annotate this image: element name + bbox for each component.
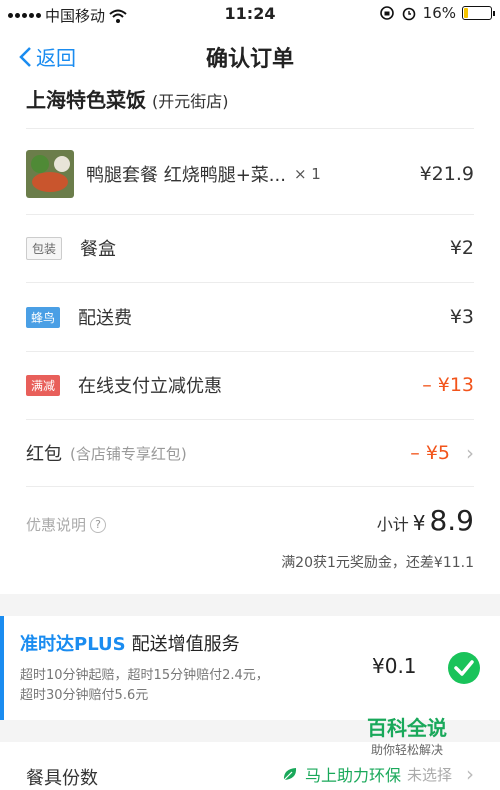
item-name: 鸭腿套餐 红烧鸭腿+菜... [86, 165, 286, 186]
item-price: ¥21.9 [419, 163, 474, 185]
divider [26, 128, 474, 129]
plus-brand: 准时达PLUS [20, 634, 126, 655]
red-packet-row[interactable]: 红包 (含店铺专享红包) – ¥5 › [26, 419, 474, 487]
reward-note: 满20获1元奖励金，还差¥11.1 [281, 555, 474, 571]
tableware-label: 餐具份数 [26, 768, 98, 789]
food-thumbnail [26, 150, 74, 198]
plus-description: 超时10分钟起赔，超时15分钟赔付2.4元，超时30分钟赔付5.6元 [20, 668, 269, 703]
system-icons: 16% [379, 4, 495, 22]
chevron-right-icon: › [466, 762, 474, 786]
plus-title: 准时达PLUS 配送增值服务 [20, 630, 240, 656]
tableware-status: 未选择 [406, 765, 452, 784]
status-bar: 中国移动 11:24 16% [0, 0, 500, 28]
plus-service-name: 配送增值服务 [131, 634, 240, 655]
subtotal-label: 小计 [376, 515, 409, 534]
shop-branch: (开元街店) [152, 92, 229, 111]
order-item-row: 鸭腿套餐 红烧鸭腿+菜... × 1 ¥21.9 [26, 140, 474, 208]
alarm-icon [402, 7, 415, 21]
fee-row-discount: 满减 在线支付立减优惠 – ¥13 [26, 351, 474, 419]
red-packet-price: – ¥5 [410, 442, 450, 464]
checkmark-icon[interactable] [448, 652, 480, 684]
chevron-right-icon: › [466, 441, 474, 465]
question-icon: ? [90, 516, 107, 533]
discount-info-link[interactable]: 优惠说明 ? [26, 514, 107, 535]
discount-tag: 满减 [26, 374, 61, 396]
battery-percent: 16% [422, 4, 456, 22]
plus-service-card[interactable]: 准时达PLUS 配送增值服务 超时10分钟起赔，超时15分钟赔付2.4元，超时3… [0, 616, 500, 720]
red-packet-hint: (含店铺专享红包) [70, 444, 187, 463]
battery-icon [462, 6, 495, 20]
leaf-icon [283, 768, 297, 781]
packaging-tag: 包装 [26, 236, 63, 260]
accent-bar [0, 616, 4, 720]
fee-row-delivery: 蜂鸟 配送费 ¥3 [26, 283, 474, 351]
red-packet-label: 红包 [26, 444, 62, 465]
battery-fill [464, 8, 469, 18]
discount-note-label: 优惠说明 [26, 516, 87, 534]
navigation-bar: 返回 确认订单 [0, 28, 500, 84]
divider [26, 486, 474, 487]
order-card: 上海特色菜饭 (开元街店) 鸭腿套餐 红烧鸭腿+菜... × 1 ¥21.9 包装… [0, 84, 500, 594]
item-quantity: × 1 [293, 165, 321, 183]
fee-price: ¥2 [449, 237, 474, 259]
subtotal-amount: 8.9 [429, 504, 474, 537]
fee-price: ¥3 [449, 306, 474, 328]
shop-header: 上海特色菜饭 (开元街店) [26, 84, 474, 128]
discount-price: – ¥13 [422, 374, 474, 396]
subtotal-currency: ¥ [412, 511, 426, 535]
plus-price: ¥0.1 [372, 654, 417, 678]
fee-label: 在线支付立减优惠 [78, 376, 223, 397]
page-title: 确认订单 [205, 47, 294, 72]
watermark: 百科全说 助你轻松解决 [352, 712, 462, 758]
fee-label: 配送费 [78, 308, 133, 329]
tableware-selector[interactable]: 马上助力环保 未选择 › [281, 762, 474, 786]
fee-label: 餐盒 [80, 239, 117, 260]
subtotal: 小计 ¥ 8.9 [377, 504, 474, 537]
fee-row-box: 包装 餐盒 ¥2 [26, 214, 474, 282]
watermark-title: 百科全说 [367, 716, 447, 740]
shop-name: 上海特色菜饭 [26, 88, 146, 112]
rotation-lock-icon [379, 6, 394, 20]
eco-text: 马上助力环保 [304, 766, 401, 785]
delivery-tag: 蜂鸟 [26, 306, 61, 328]
watermark-subtitle: 助你轻松解决 [370, 743, 443, 757]
